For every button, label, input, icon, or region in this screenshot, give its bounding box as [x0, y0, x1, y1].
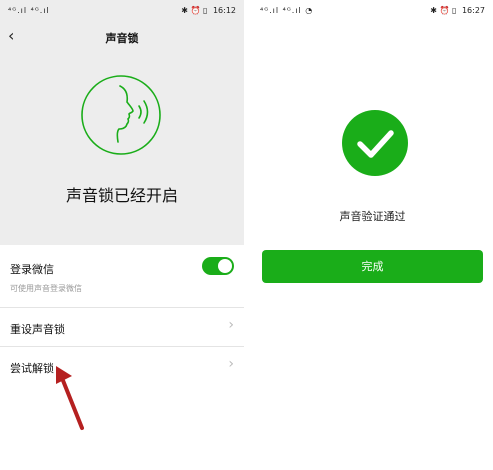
verify-success-screen: ⁴ᴳ.ıl ⁴ᴳ.ıl ◔ ✱ ⏰ ▯ 16:27 声音验证通过 完成 — [252, 0, 493, 470]
login-wechat-row: 登录微信 可使用声音登录微信 — [0, 245, 244, 308]
login-wechat-toggle[interactable] — [202, 257, 234, 275]
status-icons: ✱ ⏰ ▯ — [181, 6, 208, 15]
try-unlock-row[interactable]: 尝试解锁 › — [0, 347, 244, 385]
status-time: 16:27 — [461, 6, 485, 15]
voice-face-icon — [81, 75, 161, 155]
status-bar: ⁴ᴳ.ıl ⁴ᴳ.ıl ✱ ⏰ ▯ 16:12 — [0, 0, 244, 22]
page-title: 声音锁 — [105, 32, 139, 45]
status-time: 16:12 — [212, 6, 236, 15]
status-icons: ✱ ⏰ ▯ — [430, 6, 457, 15]
settings-list: 登录微信 可使用声音登录微信 重设声音锁 › 尝试解锁 › — [0, 245, 244, 470]
login-wechat-sub: 可使用声音登录微信 — [10, 284, 82, 293]
chevron-right-icon: › — [228, 317, 234, 333]
signal-indicator: ⁴ᴳ.ıl ⁴ᴳ.ıl — [8, 6, 50, 15]
done-button[interactable]: 完成 — [262, 250, 483, 283]
chevron-right-icon: › — [228, 356, 234, 372]
status-bar: ⁴ᴳ.ıl ⁴ᴳ.ıl ◔ ✱ ⏰ ▯ 16:27 — [252, 0, 493, 22]
verify-message: 声音验证通过 — [339, 210, 406, 223]
try-unlock-label: 尝试解锁 — [10, 362, 54, 375]
reset-voice-lock-label: 重设声音锁 — [10, 323, 65, 336]
login-wechat-label: 登录微信 — [10, 263, 54, 276]
annotation-arrow — [56, 366, 84, 430]
signal-indicator: ⁴ᴳ.ıl ⁴ᴳ.ıl ◔ — [260, 6, 314, 15]
nav-bar: ‹ 声音锁 — [0, 24, 244, 50]
voice-lock-status: 声音锁已经开启 — [65, 186, 178, 205]
voice-lock-screen: ⁴ᴳ.ıl ⁴ᴳ.ıl ✱ ⏰ ▯ 16:12 ‹ 声音锁 声音锁已经开启 登录… — [0, 0, 244, 470]
status-right: ✱ ⏰ ▯ 16:12 — [181, 6, 236, 15]
status-right: ✱ ⏰ ▯ 16:27 — [430, 6, 485, 15]
reset-voice-lock-row[interactable]: 重设声音锁 › — [0, 308, 244, 347]
check-icon — [342, 110, 408, 176]
